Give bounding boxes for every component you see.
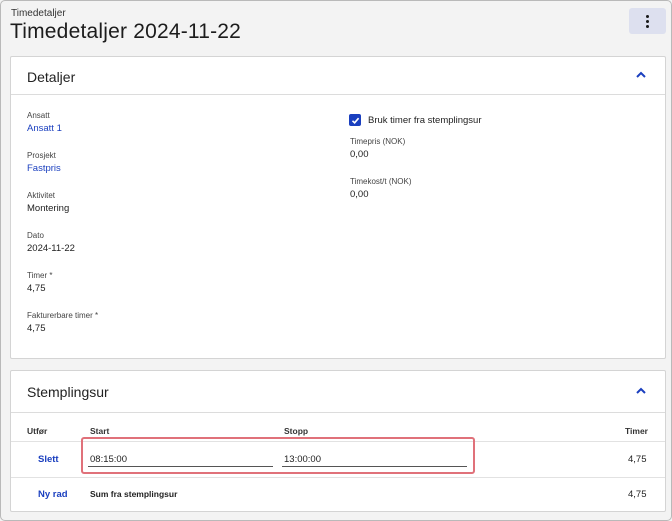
use-clock-label[interactable]: Bruk timer fra stemplingsur <box>368 115 482 126</box>
employee-label: Ansatt <box>27 111 50 120</box>
new-row-button[interactable]: Ny rad <box>38 489 68 500</box>
chevron-up-icon[interactable] <box>635 386 647 396</box>
highlight-box <box>81 437 475 474</box>
window-frame: Timedetaljer Timedetaljer 2024-11-22 Det… <box>0 0 672 521</box>
date-label: Dato <box>27 231 44 240</box>
date-value: 2024-11-22 <box>27 243 75 254</box>
hourly-rate-label: Timepris (NOK) <box>350 137 406 146</box>
activity-field: Aktivitet Montering <box>27 191 69 214</box>
activity-value: Montering <box>27 203 70 214</box>
kebab-menu-icon <box>646 14 649 28</box>
details-section-title: Detaljer <box>27 69 76 85</box>
column-header-stop: Stopp <box>284 426 309 436</box>
hours-field: Timer * 4,75 <box>27 271 52 294</box>
sum-label: Sum fra stemplingsur <box>90 489 178 499</box>
project-link[interactable]: Fastpris <box>27 163 61 174</box>
details-panel: Detaljer Ansatt Ansatt 1 Prosjekt Fastpr… <box>10 56 666 359</box>
column-header-action: Utfør <box>27 426 48 436</box>
hourly-rate-value: 0,00 <box>350 149 369 160</box>
billable-hours-label: Fakturerbare timer * <box>27 311 99 320</box>
column-header-start: Start <box>90 426 110 436</box>
employee-field: Ansatt Ansatt 1 <box>27 111 62 134</box>
column-header-hours: Timer <box>625 426 648 436</box>
hours-value: 4,75 <box>27 283 46 294</box>
hourly-cost-label: Timekost/t (NOK) <box>350 177 412 186</box>
page-title: Timedetaljer 2024-11-22 <box>10 20 242 43</box>
employee-link[interactable]: Ansatt 1 <box>27 123 62 134</box>
row-hours-value: 4,75 <box>628 454 647 465</box>
more-menu-button[interactable] <box>629 8 666 34</box>
date-field: Dato 2024-11-22 <box>27 231 75 254</box>
delete-row-button[interactable]: Slett <box>38 454 59 465</box>
details-panel-header[interactable]: Detaljer <box>11 57 665 95</box>
sum-hours-value: 4,75 <box>628 489 647 500</box>
hours-label: Timer * <box>27 271 53 280</box>
chevron-up-icon[interactable] <box>635 70 647 80</box>
project-label: Prosjekt <box>27 151 56 160</box>
hourly-rate-field: Timepris (NOK) 0,00 <box>350 137 405 160</box>
breadcrumb: Timedetaljer <box>11 8 66 19</box>
activity-label: Aktivitet <box>27 191 56 200</box>
billable-hours-value: 4,75 <box>27 323 46 334</box>
row-divider <box>11 477 665 478</box>
billable-hours-field: Fakturerbare timer * 4,75 <box>27 311 98 334</box>
checkmark-icon <box>351 117 359 124</box>
hourly-cost-field: Timekost/t (NOK) 0,00 <box>350 177 411 200</box>
project-field: Prosjekt Fastpris <box>27 151 61 174</box>
hourly-cost-value: 0,00 <box>350 189 369 200</box>
use-clock-checkbox[interactable] <box>349 114 361 126</box>
clock-section-title: Stemplingsur <box>27 384 109 400</box>
clock-panel-header[interactable]: Stemplingsur <box>11 371 665 413</box>
